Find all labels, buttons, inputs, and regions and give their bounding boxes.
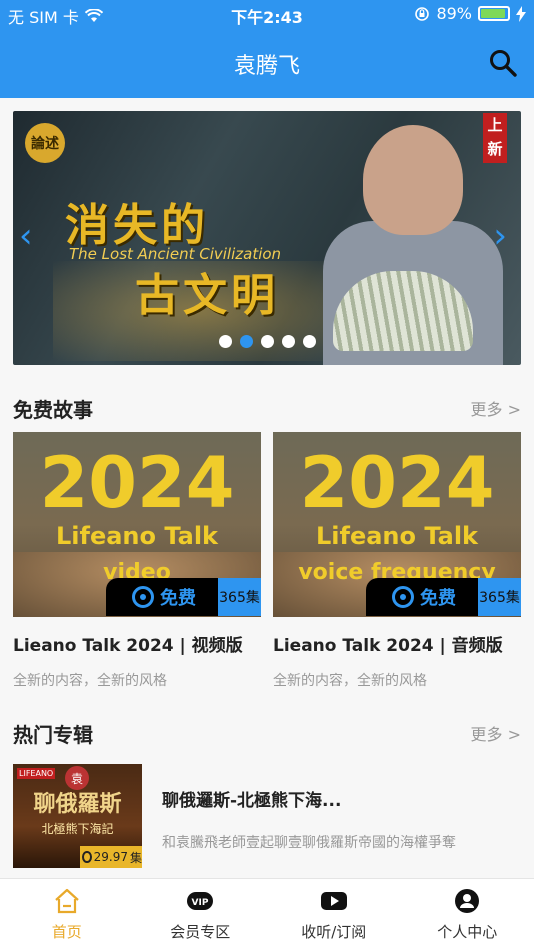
- thumb-talk: Lifeano Talk: [315, 522, 479, 550]
- carousel-dot-active[interactable]: [240, 335, 253, 348]
- tab-vip[interactable]: VIP 会员专区: [134, 879, 268, 950]
- tab-label: 收听/订阅: [301, 923, 367, 941]
- cover-subtitle: 北極熊下海記: [41, 822, 114, 836]
- story-thumbnail[interactable]: 2024 Lifeano Talk voice frequency 免费 365…: [273, 432, 521, 617]
- story-title[interactable]: Lieano Talk 2024 | 视频版: [13, 631, 261, 656]
- battery-percent: 89%: [436, 4, 472, 23]
- svg-text:VIP: VIP: [192, 898, 209, 908]
- story-card[interactable]: 2024 Lifeano Talk video 免费 365集 Lieano T…: [13, 432, 261, 690]
- play-icon: [320, 892, 347, 910]
- tab-profile[interactable]: 个人中心: [401, 879, 534, 950]
- free-label: 免费: [160, 588, 196, 609]
- album-desc: 和袁騰飛老師壹起聊壹聊俄羅斯帝國的海權爭奪: [162, 835, 456, 851]
- banner-logo: 論述: [25, 123, 65, 163]
- carousel-dots: [219, 335, 316, 348]
- play-count: 29.97: [93, 850, 128, 864]
- play-count-badge: 29.97 集: [80, 846, 142, 868]
- orientation-lock-icon: [415, 6, 430, 21]
- charging-icon: [516, 5, 526, 22]
- story-card[interactable]: 2024 Lifeano Talk voice frequency 免费 365…: [273, 432, 521, 690]
- chevron-right-icon[interactable]: ›: [493, 219, 507, 253]
- play-circle-icon: [82, 851, 92, 863]
- carousel-dot[interactable]: [282, 335, 295, 348]
- play-circle-icon: [392, 586, 414, 608]
- banner-new-tag: 上新: [483, 113, 507, 163]
- carousel-dot[interactable]: [261, 335, 274, 348]
- free-badge: 免费: [106, 578, 218, 616]
- free-label: 免费: [420, 588, 456, 609]
- tab-label: 会员专区: [170, 923, 231, 941]
- carousel-dot[interactable]: [303, 335, 316, 348]
- thumb-year: 2024: [39, 442, 235, 524]
- home-icon: [55, 888, 79, 914]
- section-title: 免费故事: [13, 398, 93, 422]
- battery-icon: [478, 6, 510, 21]
- thumb-year: 2024: [299, 442, 495, 524]
- more-link[interactable]: 更多 >: [471, 396, 522, 420]
- free-badge: 免费: [366, 578, 478, 616]
- story-desc: 全新的内容，全新的风格: [13, 673, 167, 689]
- episode-unit: 集: [129, 850, 142, 865]
- search-icon[interactable]: [488, 48, 518, 78]
- tab-home[interactable]: 首页: [0, 879, 134, 950]
- chevron-left-icon[interactable]: ‹: [19, 219, 33, 253]
- app-header: 袁腾飞: [0, 28, 534, 98]
- album-item[interactable]: LIFEANO 袁 聊俄羅斯 北極熊下海記 29.97 集 聊俄邏斯-北極熊下海…: [13, 764, 521, 868]
- hot-albums-header: 热门专辑 更多 >: [13, 717, 521, 747]
- free-stories-header: 免费故事 更多 >: [13, 392, 521, 422]
- status-bar: 无 SIM 卡 下午2:43 89%: [0, 0, 534, 28]
- cover-title: 聊俄羅斯: [33, 792, 122, 817]
- album-title[interactable]: 聊俄邏斯-北極熊下海...: [162, 786, 341, 811]
- more-link[interactable]: 更多 >: [471, 721, 522, 745]
- tab-listen[interactable]: 收听/订阅: [267, 879, 401, 950]
- cover-tag: LIFEANO: [17, 768, 56, 779]
- story-thumbnail[interactable]: 2024 Lifeano Talk video 免费 365集: [13, 432, 261, 617]
- thumb-talk: Lifeano Talk: [55, 522, 219, 550]
- tab-label: 个人中心: [437, 923, 498, 941]
- album-cover[interactable]: LIFEANO 袁 聊俄羅斯 北極熊下海記 29.97 集: [13, 764, 142, 868]
- tab-label: 首页: [51, 923, 82, 941]
- banner-person-head: [363, 125, 463, 235]
- page-title: 袁腾飞: [233, 54, 300, 79]
- play-circle-icon: [132, 586, 154, 608]
- banner-carousel[interactable]: 論述 上新 消失的 The Lost Ancient Civilization …: [13, 111, 521, 365]
- section-title: 热门专辑: [13, 723, 93, 747]
- episode-count: 365集: [478, 578, 521, 616]
- vip-icon: VIP: [187, 892, 214, 910]
- episode-count: 365集: [218, 578, 261, 616]
- story-title[interactable]: Lieano Talk 2024 | 音频版: [273, 631, 521, 656]
- story-desc: 全新的内容，全新的风格: [273, 673, 427, 689]
- tab-bar: 首页 VIP 会员专区 收听/订阅 个人中心: [0, 878, 534, 950]
- banner-title-line2: 古文明: [135, 270, 279, 321]
- banner-title-line1: 消失的: [65, 200, 209, 251]
- status-right: 89%: [414, 4, 526, 23]
- user-icon: [455, 889, 480, 913]
- carousel-dot[interactable]: [219, 335, 232, 348]
